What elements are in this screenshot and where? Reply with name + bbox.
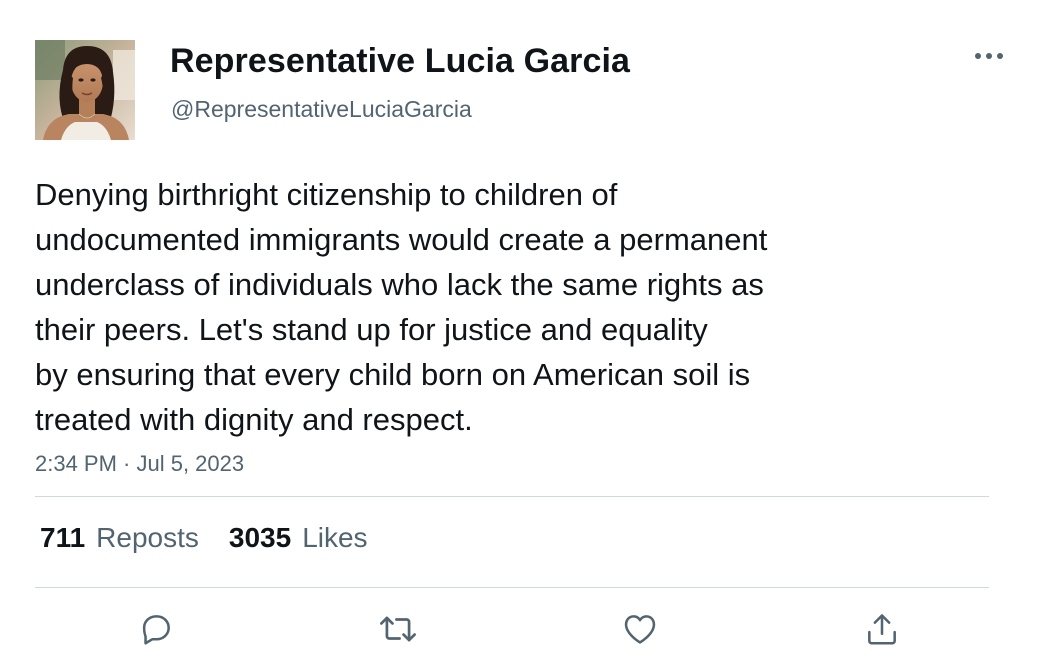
engagement-stats: 711 Reposts 3035 Likes	[40, 522, 398, 554]
likes-stat[interactable]: 3035 Likes	[229, 522, 368, 554]
reposts-label: Reposts	[96, 522, 199, 553]
tweet-text: Denying birthright citizenship to childr…	[35, 177, 768, 437]
tweet-timestamp[interactable]: 2:34 PM · Jul 5, 2023	[35, 451, 244, 477]
divider	[35, 496, 989, 497]
profile-photo-icon	[35, 40, 135, 140]
reply-button[interactable]	[134, 607, 178, 651]
repost-icon	[377, 610, 419, 648]
more-options-button[interactable]	[968, 42, 1010, 70]
reply-icon	[137, 610, 175, 648]
user-handle[interactable]: @RepresentativeLuciaGarcia	[171, 96, 472, 123]
likes-label: Likes	[302, 522, 368, 553]
display-name[interactable]: Representative Lucia Garcia	[170, 42, 630, 81]
likes-count: 3035	[228, 522, 292, 553]
reposts-stat[interactable]: 711 Reposts	[40, 522, 199, 554]
divider	[35, 587, 989, 588]
ellipsis-icon	[974, 52, 1004, 60]
like-icon	[621, 610, 659, 648]
tweet-card: Representative Lucia Garcia @Representat…	[0, 0, 1050, 660]
share-button[interactable]	[860, 607, 904, 651]
avatar[interactable]	[35, 40, 135, 140]
share-icon	[863, 610, 901, 648]
repost-button[interactable]	[376, 607, 420, 651]
like-button[interactable]	[618, 607, 662, 651]
reposts-count: 711	[40, 522, 86, 553]
